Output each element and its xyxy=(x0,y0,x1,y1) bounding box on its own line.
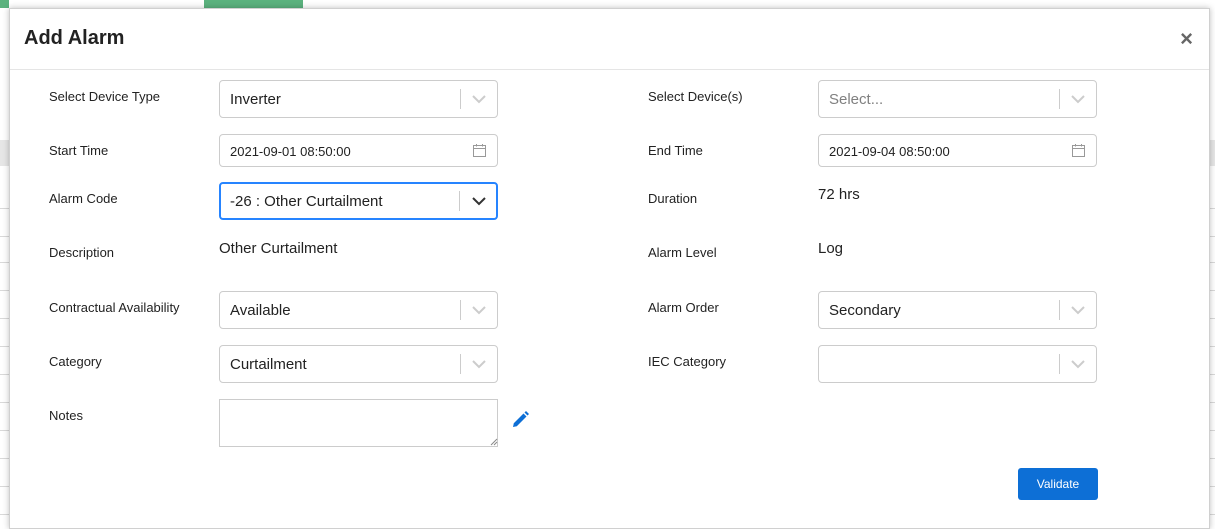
modal-header: Add Alarm × xyxy=(10,9,1209,70)
duration-value: 72 hrs xyxy=(818,186,860,203)
start-time-value: 2021-09-01 08:50:00 xyxy=(230,144,351,159)
alarm-level-value: Log xyxy=(818,240,844,257)
iec-category-select[interactable] xyxy=(818,345,1097,383)
notes-label: Notes xyxy=(49,408,83,423)
select-separator xyxy=(1059,300,1060,320)
calendar-icon[interactable] xyxy=(1072,144,1085,157)
alarm-order-value: Secondary xyxy=(829,302,901,319)
end-time-input[interactable]: 2021-09-04 08:50:00 xyxy=(818,134,1097,167)
chevron-down-icon[interactable] xyxy=(1070,93,1086,105)
alarm-level-label: Alarm Level xyxy=(648,245,717,260)
alarm-code-value: -26 : Other Curtailment xyxy=(230,193,383,210)
background-tab-active xyxy=(204,0,303,8)
contractual-availability-select[interactable]: Available xyxy=(219,291,498,329)
chevron-down-icon[interactable] xyxy=(471,195,487,207)
pencil-icon[interactable] xyxy=(510,410,530,430)
validate-button[interactable]: Validate xyxy=(1018,468,1098,500)
category-value: Curtailment xyxy=(230,356,307,373)
chevron-down-icon[interactable] xyxy=(1070,304,1086,316)
device-type-select[interactable]: Inverter xyxy=(219,80,498,118)
contractual-availability-value: Available xyxy=(230,302,291,319)
contractual-availability-label: Contractual Availability xyxy=(49,300,180,315)
device-type-label: Select Device Type xyxy=(49,89,161,104)
category-select[interactable]: Curtailment xyxy=(219,345,498,383)
description-label: Description xyxy=(49,245,115,260)
select-separator xyxy=(1059,354,1060,374)
chevron-down-icon[interactable] xyxy=(471,358,487,370)
modal-title: Add Alarm xyxy=(24,27,125,49)
select-separator xyxy=(1059,89,1060,109)
select-separator xyxy=(460,354,461,374)
background-tab xyxy=(0,0,9,8)
calendar-icon[interactable] xyxy=(473,144,486,157)
chevron-down-icon[interactable] xyxy=(1070,358,1086,370)
description-value: Other Curtailment xyxy=(219,240,338,257)
duration-label: Duration xyxy=(648,191,698,206)
alarm-code-label: Alarm Code xyxy=(49,191,118,206)
resize-grip-icon[interactable] xyxy=(490,438,498,446)
chevron-down-icon[interactable] xyxy=(471,93,487,105)
add-alarm-modal: Add Alarm × Select Device Type Inverter … xyxy=(9,8,1210,529)
device-type-value: Inverter xyxy=(230,91,281,108)
end-time-value: 2021-09-04 08:50:00 xyxy=(829,144,950,159)
category-label: Category xyxy=(49,354,102,369)
start-time-label: Start Time xyxy=(49,143,109,158)
chevron-down-icon[interactable] xyxy=(471,304,487,316)
start-time-input[interactable]: 2021-09-01 08:50:00 xyxy=(219,134,498,167)
close-icon[interactable]: × xyxy=(1180,28,1193,50)
devices-placeholder: Select... xyxy=(829,91,884,108)
select-separator xyxy=(460,89,461,109)
devices-select[interactable]: Select... xyxy=(818,80,1097,118)
select-separator xyxy=(459,191,460,211)
notes-textarea[interactable] xyxy=(219,399,498,447)
alarm-order-select[interactable]: Secondary xyxy=(818,291,1097,329)
select-separator xyxy=(460,300,461,320)
iec-category-label: IEC Category xyxy=(648,354,727,369)
devices-label: Select Device(s) xyxy=(648,89,743,104)
alarm-code-select[interactable]: -26 : Other Curtailment xyxy=(219,182,498,220)
alarm-order-label: Alarm Order xyxy=(648,300,719,315)
end-time-label: End Time xyxy=(648,143,703,158)
